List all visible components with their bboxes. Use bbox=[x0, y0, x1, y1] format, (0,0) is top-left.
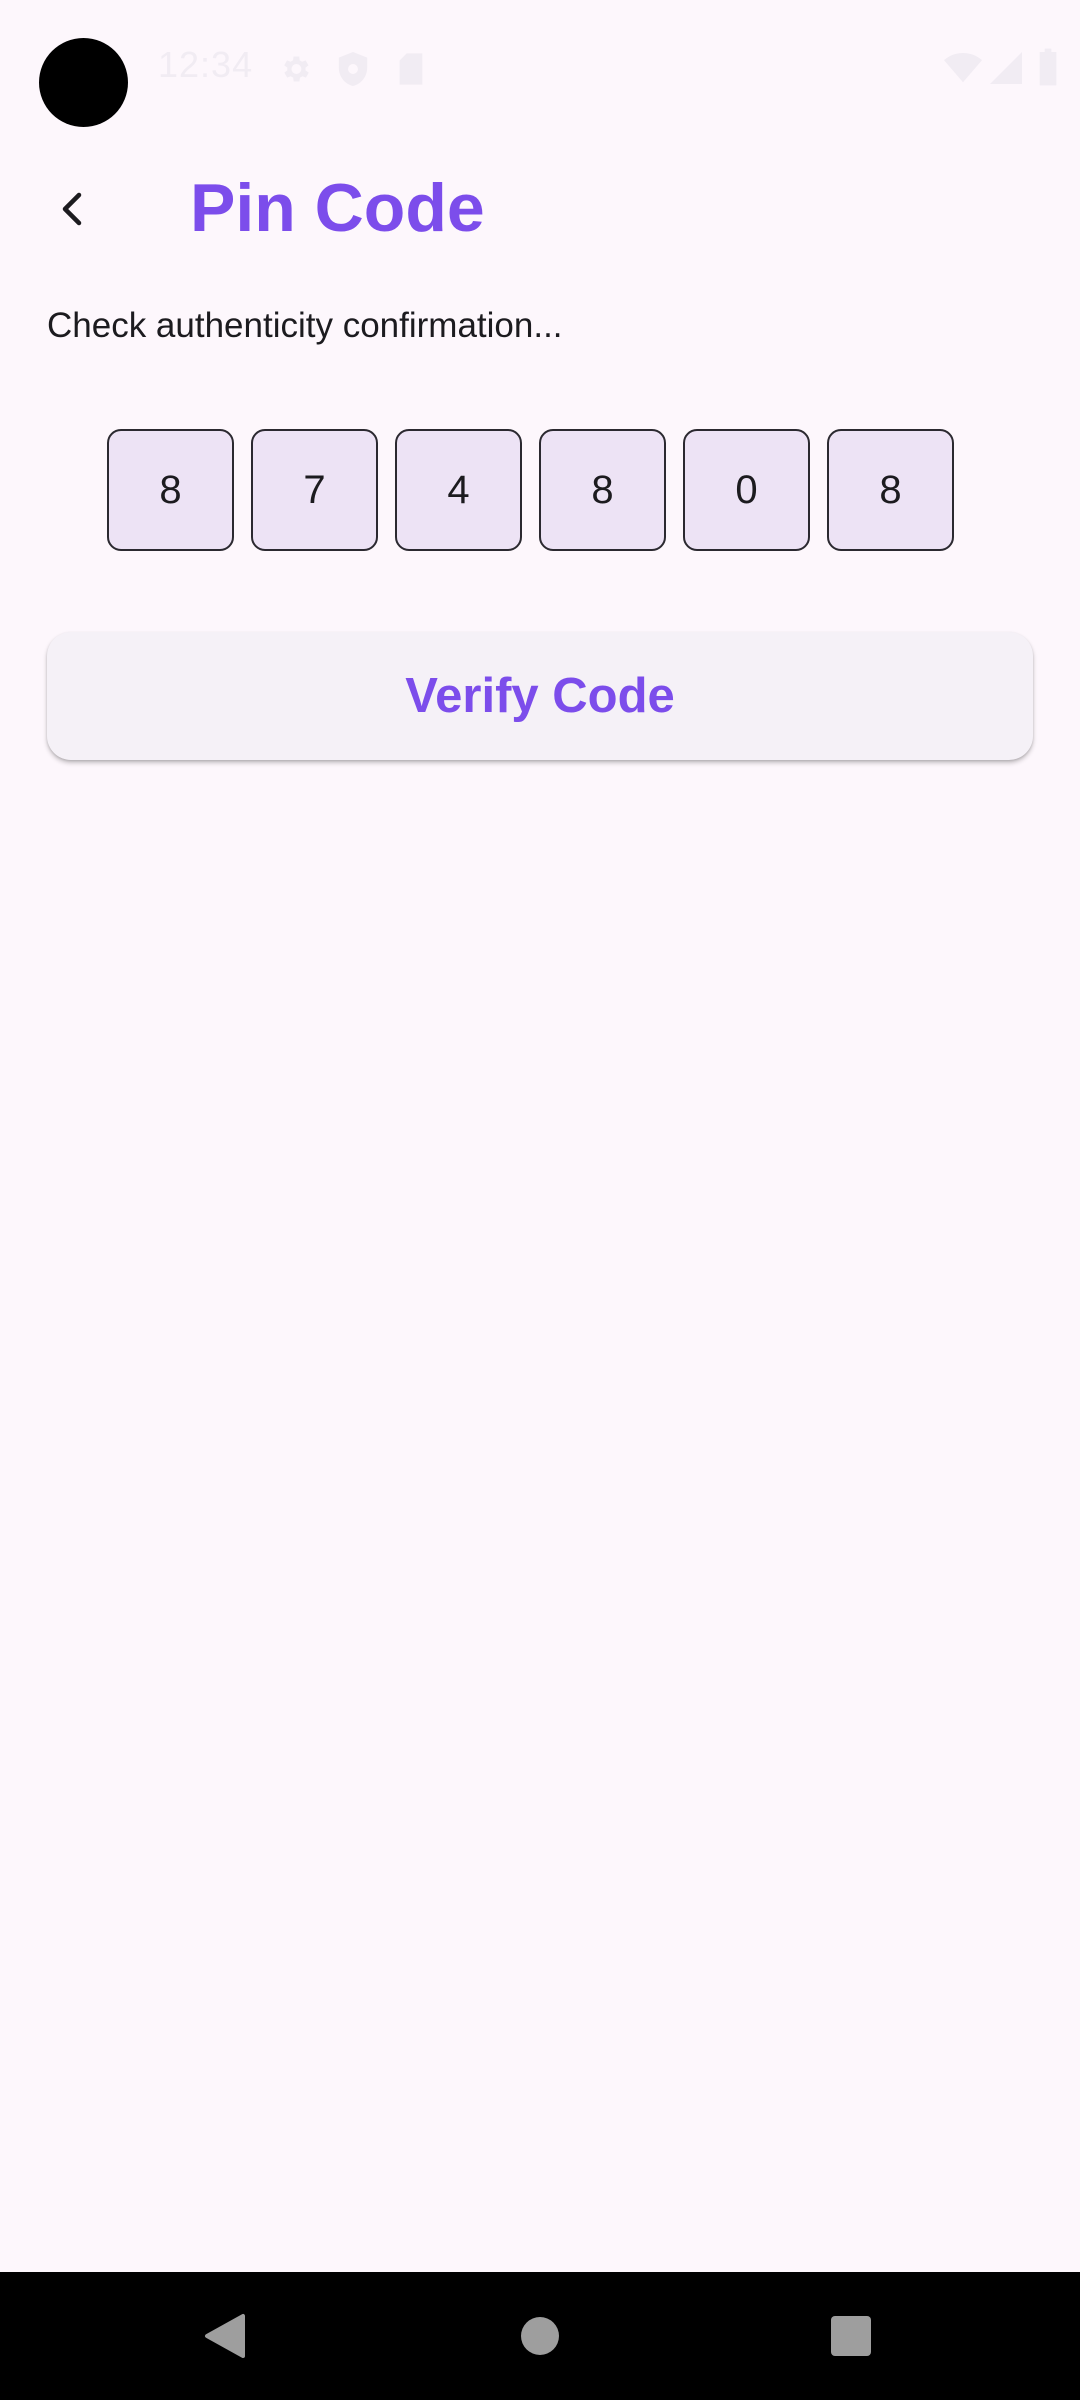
nav-recents-button[interactable] bbox=[781, 2272, 921, 2400]
pin-digit-4[interactable] bbox=[539, 429, 666, 551]
recents-square-icon bbox=[831, 2316, 871, 2356]
wifi-icon bbox=[944, 52, 982, 83]
verify-code-button[interactable]: Verify Code bbox=[47, 632, 1033, 760]
back-button[interactable] bbox=[40, 166, 104, 252]
pin-digit-1[interactable] bbox=[107, 429, 234, 551]
pin-digit-3[interactable] bbox=[395, 429, 522, 551]
navigation-bar bbox=[0, 2272, 1080, 2400]
chevron-left-icon bbox=[62, 192, 82, 226]
subtitle-text: Check authenticity confirmation... bbox=[47, 306, 563, 345]
sim-card-icon bbox=[399, 53, 423, 85]
nav-home-button[interactable] bbox=[470, 2272, 610, 2400]
signal-icon bbox=[990, 52, 1022, 84]
status-time: 12:34 bbox=[158, 44, 254, 85]
camera-cutout bbox=[39, 38, 128, 127]
back-triangle-icon bbox=[205, 2314, 245, 2358]
gear-icon bbox=[284, 56, 309, 82]
status-bar: 12:34 bbox=[0, 0, 1080, 132]
pin-digit-6[interactable] bbox=[827, 429, 954, 551]
pin-digit-2[interactable] bbox=[251, 429, 378, 551]
pin-digit-5[interactable] bbox=[683, 429, 810, 551]
pin-input-row bbox=[107, 429, 954, 551]
nav-back-button[interactable] bbox=[155, 2272, 295, 2400]
shield-icon bbox=[338, 52, 368, 86]
battery-icon bbox=[1039, 48, 1057, 86]
page-title: Pin Code bbox=[190, 170, 485, 246]
home-circle-icon bbox=[521, 2317, 559, 2355]
